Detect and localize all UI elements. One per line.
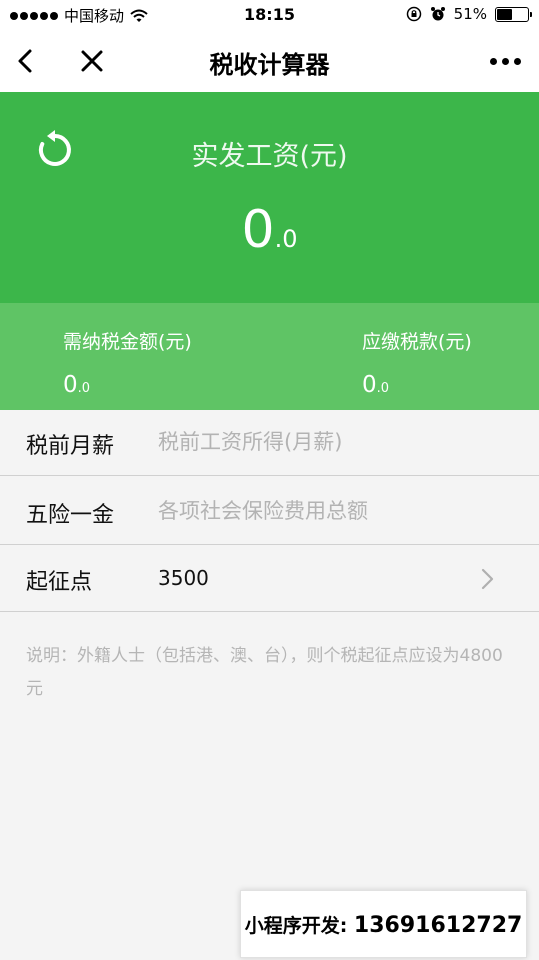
salary-label: 税前月薪 bbox=[26, 434, 115, 459]
net-salary-integer: 0 bbox=[241, 200, 275, 260]
net-salary-value: 0.0 bbox=[0, 200, 539, 260]
more-icon[interactable] bbox=[485, 52, 525, 70]
developer-contact-banner: 小程序开发: 13691612727 bbox=[240, 890, 527, 958]
battery-icon bbox=[495, 6, 532, 22]
status-bar: 中国移动 18:15 51% bbox=[0, 0, 539, 30]
salary-input[interactable] bbox=[158, 422, 498, 462]
threshold-row[interactable]: 起征点 3500 bbox=[0, 546, 539, 612]
taxable-amount-value: 0.0 bbox=[63, 372, 91, 398]
insurance-input[interactable] bbox=[158, 491, 498, 531]
salary-row: 税前月薪 bbox=[0, 410, 539, 476]
tax-due-label: 应缴税款(元) bbox=[362, 331, 472, 353]
tax-summary-panel: 需纳税金额(元) 0.0 应缴税款(元) 0.0 bbox=[0, 303, 539, 410]
alarm-icon bbox=[430, 7, 445, 21]
threshold-value: 3500 bbox=[158, 566, 209, 590]
threshold-note: 说明：外籍人士（包括港、澳、台），则个税起征点应设为4800元 bbox=[26, 646, 503, 699]
insurance-row: 五险一金 bbox=[0, 479, 539, 545]
nav-bar: 税收计算器 bbox=[0, 30, 539, 92]
net-salary-label: 实发工资(元) bbox=[191, 141, 348, 172]
tax-due: 应缴税款(元) 0.0 bbox=[362, 327, 472, 398]
developer-contact-label: 小程序开发: bbox=[244, 914, 348, 937]
net-salary-panel: 实发工资(元) 0.0 bbox=[0, 92, 539, 303]
net-salary-decimal: .0 bbox=[274, 225, 298, 253]
battery-percent: 51% bbox=[453, 5, 487, 23]
threshold-label: 起征点 bbox=[26, 570, 93, 595]
developer-contact-text: 小程序开发: 13691612727 bbox=[245, 911, 523, 938]
taxable-amount: 需纳税金额(元) 0.0 bbox=[63, 327, 192, 398]
tax-due-value: 0.0 bbox=[362, 372, 390, 398]
page-title: 税收计算器 bbox=[209, 51, 330, 79]
chevron-right-icon[interactable] bbox=[475, 566, 499, 592]
rotation-lock-icon bbox=[406, 6, 421, 22]
battery-level bbox=[497, 8, 512, 20]
status-right: 51% bbox=[406, 5, 532, 23]
developer-phone: 13691612727 bbox=[353, 912, 523, 938]
taxable-amount-label: 需纳税金额(元) bbox=[63, 331, 192, 353]
insurance-label: 五险一金 bbox=[26, 503, 115, 528]
